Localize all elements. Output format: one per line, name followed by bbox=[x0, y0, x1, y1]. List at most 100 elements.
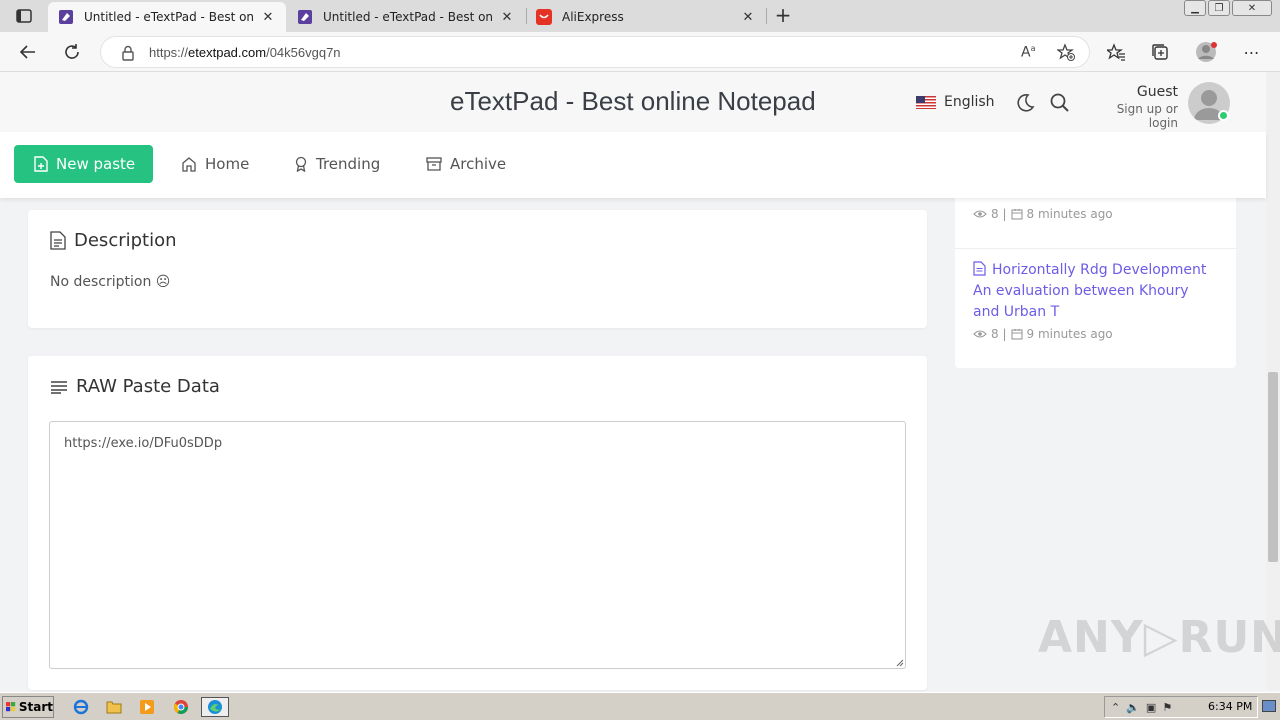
collections-icon[interactable] bbox=[1148, 40, 1172, 64]
nav-home[interactable]: Home bbox=[181, 155, 249, 173]
volume-icon[interactable]: 🔈 bbox=[1126, 701, 1140, 714]
start-label: Start bbox=[18, 700, 53, 714]
raw-title: RAW Paste Data bbox=[76, 376, 220, 397]
online-status-dot bbox=[1218, 110, 1229, 121]
profile-icon[interactable] bbox=[1194, 40, 1218, 64]
archive-icon bbox=[426, 157, 442, 171]
url-text: https://etextpad.com/04k56vgq7n bbox=[149, 45, 341, 60]
document-icon bbox=[50, 231, 66, 250]
tab-separator bbox=[766, 8, 767, 24]
resize-handle-icon[interactable] bbox=[896, 659, 904, 667]
raw-heading: RAW Paste Data bbox=[50, 376, 220, 397]
time-ago: 9 minutes ago bbox=[1026, 327, 1113, 341]
user-name: Guest bbox=[1136, 84, 1178, 100]
browser-tab-1[interactable]: Untitled - eTextPad - Best online N ✕ bbox=[48, 2, 286, 32]
site-header: eTextPad - Best online Notepad English G… bbox=[0, 72, 1266, 132]
raw-paste-content: https://exe.io/DFu0sDDp bbox=[64, 436, 223, 451]
clock[interactable]: 6:34 PM bbox=[1208, 700, 1252, 713]
flag-icon[interactable]: ⚑ bbox=[1162, 701, 1172, 714]
site-title[interactable]: eTextPad - Best online Notepad bbox=[450, 86, 816, 117]
description-title: Description bbox=[74, 230, 177, 251]
browser-tab-2[interactable]: Untitled - eTextPad - Best online N ✕ bbox=[287, 2, 525, 32]
view-count: 8 | bbox=[991, 207, 1007, 221]
nav-trending[interactable]: Trending bbox=[294, 155, 380, 173]
anyrun-watermark: ANY▷RUN bbox=[1038, 612, 1280, 663]
more-options-icon[interactable]: ⋯ bbox=[1240, 40, 1264, 64]
page-scrollbar[interactable] bbox=[1266, 72, 1280, 690]
new-file-icon bbox=[34, 156, 48, 172]
recent-pastes-card: 8 | 8 minutes ago Horizontally Rdg Devel… bbox=[955, 198, 1236, 368]
calendar-icon bbox=[1010, 209, 1023, 220]
nav-home-label: Home bbox=[205, 155, 250, 173]
start-button[interactable]: Start bbox=[2, 696, 54, 718]
us-flag-icon bbox=[916, 95, 936, 109]
etextpad-icon bbox=[298, 10, 312, 24]
edge-icon[interactable] bbox=[201, 697, 229, 717]
windows-logo-icon bbox=[6, 702, 16, 712]
tab-title: AliExpress bbox=[562, 10, 624, 24]
nav-trending-label: Trending bbox=[316, 155, 381, 173]
language-selector[interactable]: English bbox=[916, 94, 995, 110]
paste-meta: 8 | 9 minutes ago bbox=[973, 327, 1113, 341]
back-icon[interactable] bbox=[16, 40, 40, 64]
new-paste-button[interactable]: New paste bbox=[14, 145, 153, 183]
home-icon bbox=[182, 157, 196, 172]
lock-icon bbox=[122, 45, 134, 61]
tab-title: Untitled - eTextPad - Best online N bbox=[84, 10, 254, 24]
windows-taskbar: Start ⌃ 🔈 ▣ ⚑ 6:34 PM bbox=[0, 692, 1280, 720]
minimize-icon[interactable]: ▁ bbox=[1184, 0, 1206, 16]
recent-paste-title: Horizontally Rdg Development An evaluati… bbox=[973, 262, 1207, 320]
close-tab-icon[interactable]: ✕ bbox=[740, 10, 756, 25]
show-desktop-icon[interactable] bbox=[1262, 700, 1276, 712]
etextpad-icon bbox=[59, 10, 73, 24]
media-player-icon[interactable] bbox=[136, 697, 158, 717]
eye-icon bbox=[973, 330, 987, 338]
main-navbar: New paste Home Trending Archive bbox=[0, 132, 1266, 198]
scroll-thumb[interactable] bbox=[1268, 372, 1278, 562]
award-icon bbox=[295, 156, 307, 172]
browser-toolbar: https://etextpad.com/04k56vgq7n Aa ⋯ bbox=[0, 32, 1280, 72]
text-lines-icon bbox=[51, 380, 67, 394]
eye-icon bbox=[973, 210, 987, 218]
language-label: English bbox=[944, 94, 995, 110]
description-heading: Description bbox=[50, 230, 177, 251]
tab-actions-icon[interactable] bbox=[8, 5, 40, 27]
search-icon[interactable] bbox=[1049, 92, 1071, 114]
description-text: No description ☹ bbox=[50, 274, 171, 290]
new-tab-icon[interactable]: + bbox=[772, 5, 794, 27]
folder-icon[interactable] bbox=[103, 697, 125, 717]
description-card: Description No description ☹ bbox=[28, 210, 927, 328]
dark-mode-icon[interactable] bbox=[1014, 92, 1036, 114]
nav-archive-label: Archive bbox=[450, 155, 507, 173]
address-bar[interactable]: https://etextpad.com/04k56vgq7n Aa bbox=[100, 36, 1090, 68]
user-info[interactable]: Guest Sign up or login bbox=[1084, 84, 1178, 130]
calendar-icon bbox=[1010, 329, 1023, 340]
view-count: 8 | bbox=[991, 327, 1007, 341]
raw-paste-card: RAW Paste Data https://exe.io/DFu0sDDp bbox=[28, 356, 927, 690]
divider bbox=[955, 248, 1236, 249]
favorites-icon[interactable] bbox=[1104, 40, 1128, 64]
nav-archive[interactable]: Archive bbox=[426, 155, 506, 173]
time-ago: 8 minutes ago bbox=[1026, 207, 1113, 221]
new-paste-label: New paste bbox=[56, 155, 136, 173]
refresh-icon[interactable] bbox=[60, 40, 84, 64]
recent-paste-link[interactable]: Horizontally Rdg Development An evaluati… bbox=[973, 260, 1213, 323]
aliexpress-icon bbox=[536, 9, 552, 25]
network-icon[interactable]: ▣ bbox=[1146, 701, 1156, 714]
read-aloud-icon[interactable]: Aa bbox=[1021, 44, 1035, 61]
document-icon bbox=[973, 261, 986, 276]
ie-icon[interactable] bbox=[70, 697, 92, 717]
browser-tab-strip: Untitled - eTextPad - Best online N ✕ Un… bbox=[0, 0, 1280, 32]
browser-tab-3[interactable]: AliExpress ✕ bbox=[526, 2, 766, 32]
add-favorite-icon[interactable] bbox=[1056, 43, 1075, 65]
close-tab-icon[interactable]: ✕ bbox=[499, 10, 515, 25]
raw-paste-textarea[interactable]: https://exe.io/DFu0sDDp bbox=[49, 421, 906, 669]
paste-meta: 8 | 8 minutes ago bbox=[973, 207, 1113, 221]
tab-title: Untitled - eTextPad - Best online N bbox=[323, 10, 493, 24]
signup-login-link[interactable]: Sign up or login bbox=[1084, 102, 1178, 130]
close-window-icon[interactable]: ✕ bbox=[1232, 0, 1272, 16]
tray-expand-icon[interactable]: ⌃ bbox=[1111, 701, 1120, 714]
restore-icon[interactable]: ❐ bbox=[1208, 0, 1230, 16]
chrome-icon[interactable] bbox=[170, 697, 192, 717]
close-tab-icon[interactable]: ✕ bbox=[260, 10, 276, 25]
